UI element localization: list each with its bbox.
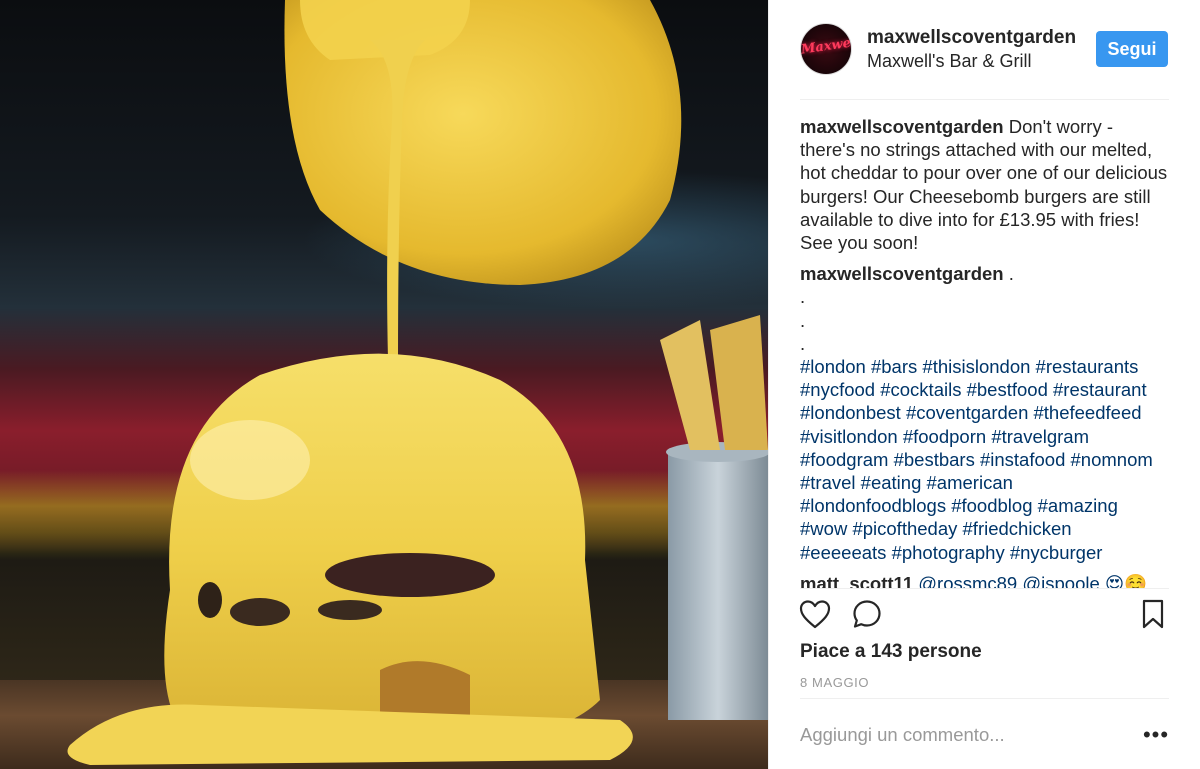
tags-comment-text: . [1003,263,1014,285]
dot-line: . [800,286,806,308]
hashtag-link[interactable]: #eeeeeats [800,542,886,563]
hashtag-link[interactable]: #friedchicken [963,518,1072,539]
hashtag-link[interactable]: #foodgram [800,449,888,470]
more-options-icon[interactable]: ••• [1141,722,1171,748]
hashtag-link[interactable]: #thisislondon [922,356,1030,377]
burger-illustration [67,0,768,765]
hashtag-link[interactable]: #travelgram [991,426,1089,447]
hashtag-link[interactable]: #travel [800,472,856,493]
tags-comment-username[interactable]: maxwellscoventgarden [800,263,1004,284]
hashtag-list: #london #bars #thisislondon #restaurants… [800,355,1172,564]
caption-username[interactable]: maxwellscoventgarden [800,116,1004,137]
hashtag-link[interactable]: #american [927,472,1013,493]
caption-comment: maxwellscoventgarden Don't worry - there… [800,115,1172,254]
hashtag-link[interactable]: #london [800,356,866,377]
reply-comment: matt_scott11 @rossmc89 @jspoole 😍☺️ [800,572,1172,588]
comment-input[interactable] [800,719,1130,751]
hashtag-link[interactable]: #foodporn [903,426,986,447]
action-bar [769,596,1200,632]
comment-bubble-icon[interactable] [849,596,885,632]
post-date[interactable]: 8 MAGGIO [800,675,869,690]
hashtag-link[interactable]: #picoftheday [852,518,957,539]
divider [800,698,1169,699]
hashtag-link[interactable]: #photography [892,542,1005,563]
reply-username[interactable]: matt_scott11 [800,573,913,588]
hashtag-link[interactable]: #bestfood [967,379,1048,400]
dot-line: . [800,332,806,354]
hashtag-link[interactable]: #restaurant [1053,379,1147,400]
hashtag-link[interactable]: #amazing [1038,495,1118,516]
fries-bucket [668,450,768,720]
dot-line: . [800,309,806,331]
hashtag-link[interactable]: #nycburger [1010,542,1103,563]
heart-icon[interactable] [797,596,833,632]
header-username[interactable]: maxwellscoventgarden [867,27,1076,49]
hashtag-link[interactable]: #thefeedfeed [1034,402,1142,423]
post-details-panel: Maxwell's maxwellscoventgarden Maxwell's… [768,0,1200,769]
hashtag-link[interactable]: #nomnom [1071,449,1153,470]
hashtags-comment: maxwellscoventgarden . . . . #london #ba… [800,262,1172,564]
follow-button[interactable]: Segui [1096,31,1168,67]
hashtag-link[interactable]: #coventgarden [906,402,1028,423]
header-location[interactable]: Maxwell's Bar & Grill [867,51,1031,72]
post-header: Maxwell's maxwellscoventgarden Maxwell's… [769,0,1200,100]
likes-count[interactable]: Piace a 143 persone [800,641,982,663]
mention-link[interactable]: @rossmc89 @jspoole 😍☺️ [913,573,1147,588]
hashtag-link[interactable]: #instafood [980,449,1065,470]
post-photo[interactable] [0,0,768,769]
divider [800,588,1169,589]
hashtag-link[interactable]: #cocktails [880,379,961,400]
hashtag-link[interactable]: #visitlondon [800,426,898,447]
hashtag-link[interactable]: #bars [871,356,917,377]
hashtag-link[interactable]: #restaurants [1036,356,1139,377]
comments-list[interactable]: maxwellscoventgarden Don't worry - there… [800,115,1172,588]
bookmark-icon[interactable] [1135,596,1171,632]
hashtag-link[interactable]: #nycfood [800,379,875,400]
hashtag-link[interactable]: #foodblog [951,495,1032,516]
hashtag-link[interactable]: #wow [800,518,847,539]
hashtag-link[interactable]: #bestbars [894,449,975,470]
avatar[interactable]: Maxwell's [800,23,852,75]
hashtag-link[interactable]: #eating [861,472,922,493]
hashtag-link[interactable]: #londonbest [800,402,901,423]
avatar-logo-text: Maxwell's [800,32,852,58]
reply-text: @rossmc89 @jspoole 😍☺️ [913,573,1147,588]
divider [800,99,1169,100]
hashtag-link[interactable]: #londonfoodblogs [800,495,946,516]
